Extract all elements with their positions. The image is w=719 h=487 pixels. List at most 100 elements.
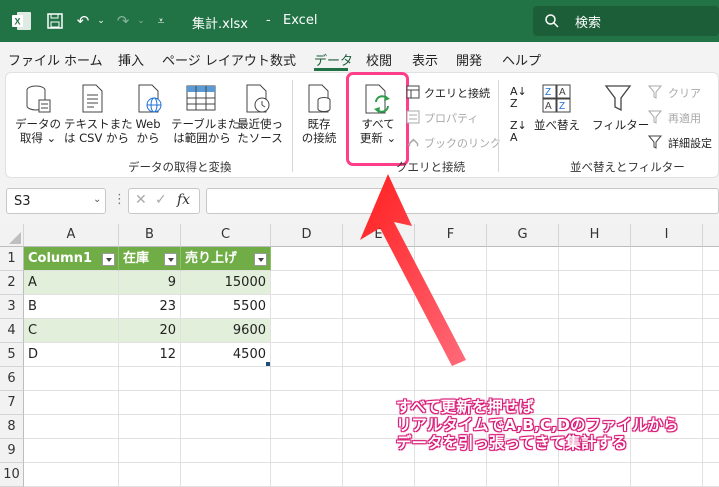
row-header[interactable]: 8 [0, 415, 24, 439]
empty-cell[interactable] [119, 463, 181, 487]
queries-connections-button[interactable]: クエリと接続 [424, 85, 490, 101]
tab-developer[interactable]: 開発 [456, 50, 482, 69]
sort-az-icon[interactable]: A↓ Z [510, 86, 527, 110]
empty-cell[interactable] [487, 319, 559, 343]
table-cell[interactable]: C [24, 319, 119, 343]
advanced-button[interactable]: 詳細設定 [668, 135, 712, 151]
get-data-button[interactable]: データの 取得 ⌄ [14, 117, 62, 145]
column-header-b[interactable]: B [119, 224, 181, 247]
empty-cell[interactable] [487, 295, 559, 319]
table-cell[interactable]: 15000 [181, 271, 271, 295]
empty-cell[interactable] [24, 415, 119, 439]
properties-button[interactable]: プロパティ [424, 110, 478, 126]
empty-cell[interactable] [631, 247, 703, 271]
table-header-cell[interactable]: 売り上げ [181, 247, 271, 271]
empty-cell[interactable] [631, 343, 703, 367]
empty-cell[interactable] [559, 367, 631, 391]
empty-cell[interactable] [181, 367, 271, 391]
empty-cell[interactable] [119, 391, 181, 415]
row-header[interactable]: 2 [0, 271, 24, 295]
empty-cell[interactable] [559, 343, 631, 367]
row-header[interactable]: 1 [0, 247, 24, 271]
empty-cell[interactable] [487, 343, 559, 367]
sort-button[interactable]: 並べ替え [532, 118, 582, 132]
row-header[interactable]: 5 [0, 343, 24, 367]
empty-cell[interactable] [703, 271, 719, 295]
tab-help[interactable]: ヘルプ [502, 50, 541, 69]
customize-qat-icon[interactable]: ⩡ [150, 10, 172, 32]
empty-cell[interactable] [343, 463, 415, 487]
row-header[interactable]: 7 [0, 391, 24, 415]
tab-insert[interactable]: 挿入 [118, 50, 144, 69]
empty-cell[interactable] [703, 391, 719, 415]
empty-cell[interactable] [119, 439, 181, 463]
empty-cell[interactable] [703, 295, 719, 319]
empty-cell[interactable] [703, 367, 719, 391]
tab-formulas[interactable]: 数式 [270, 50, 296, 69]
existing-connections-button[interactable]: 既存 の接続 [296, 117, 342, 145]
empty-cell[interactable] [703, 319, 719, 343]
table-cell[interactable]: A [24, 271, 119, 295]
empty-cell[interactable] [487, 367, 559, 391]
empty-cell[interactable] [271, 319, 343, 343]
from-web-button[interactable]: Web から [128, 117, 168, 145]
from-text-csv-button[interactable]: テキストまた は CSV から [64, 117, 133, 145]
insert-function-button[interactable]: fx [177, 192, 190, 208]
empty-cell[interactable] [703, 343, 719, 367]
empty-cell[interactable] [631, 319, 703, 343]
empty-cell[interactable] [631, 295, 703, 319]
save-icon[interactable] [44, 10, 66, 32]
empty-cell[interactable] [631, 271, 703, 295]
row-header[interactable]: 3 [0, 295, 24, 319]
empty-cell[interactable] [181, 439, 271, 463]
filter-dropdown-icon[interactable] [254, 253, 267, 266]
filter-dropdown-icon[interactable] [102, 253, 115, 266]
empty-cell[interactable] [271, 367, 343, 391]
empty-cell[interactable] [487, 463, 559, 487]
empty-cell[interactable] [703, 463, 719, 487]
name-box-dropdown-icon[interactable]: ⌄ [93, 194, 101, 205]
edit-links-button[interactable]: ブックのリンク [424, 135, 501, 151]
empty-cell[interactable] [271, 343, 343, 367]
table-cell[interactable]: 5500 [181, 295, 271, 319]
empty-cell[interactable] [24, 463, 119, 487]
cancel-icon[interactable]: ✕ [135, 192, 147, 208]
select-all-corner[interactable] [0, 224, 24, 247]
column-header-g[interactable]: G [487, 224, 559, 247]
row-header[interactable]: 10 [0, 463, 24, 487]
empty-cell[interactable] [271, 391, 343, 415]
empty-cell[interactable] [559, 271, 631, 295]
search-box[interactable]: 検索 [533, 6, 719, 36]
table-cell[interactable]: 20 [119, 319, 181, 343]
empty-cell[interactable] [703, 415, 719, 439]
table-header-cell[interactable]: Column1 [24, 247, 119, 271]
empty-cell[interactable] [181, 391, 271, 415]
enter-icon[interactable]: ✓ [155, 192, 167, 208]
column-header-a[interactable]: A [24, 224, 119, 247]
empty-cell[interactable] [271, 295, 343, 319]
row-header[interactable]: 6 [0, 367, 24, 391]
empty-cell[interactable] [559, 247, 631, 271]
table-cell[interactable]: 9600 [181, 319, 271, 343]
tab-page-layout[interactable]: ページ レイアウト [162, 50, 270, 69]
tab-view[interactable]: 表示 [412, 50, 438, 69]
undo-dropdown-icon[interactable]: ⌄ [90, 10, 112, 32]
empty-cell[interactable] [271, 247, 343, 271]
empty-cell[interactable] [271, 271, 343, 295]
empty-cell[interactable] [24, 391, 119, 415]
recent-sources-button[interactable]: 最近使っ たソース [234, 117, 286, 145]
empty-cell[interactable] [631, 367, 703, 391]
column-header-j[interactable] [703, 224, 719, 247]
empty-cell[interactable] [181, 463, 271, 487]
column-header-h[interactable]: H [559, 224, 631, 247]
column-header-i[interactable]: I [631, 224, 703, 247]
empty-cell[interactable] [271, 463, 343, 487]
row-header[interactable]: 9 [0, 439, 24, 463]
column-header-c[interactable]: C [181, 224, 271, 247]
table-cell[interactable]: D [24, 343, 119, 367]
filter-dropdown-icon[interactable] [164, 253, 177, 266]
table-cell[interactable]: B [24, 295, 119, 319]
empty-cell[interactable] [559, 295, 631, 319]
empty-cell[interactable] [24, 367, 119, 391]
table-cell[interactable]: 23 [119, 295, 181, 319]
